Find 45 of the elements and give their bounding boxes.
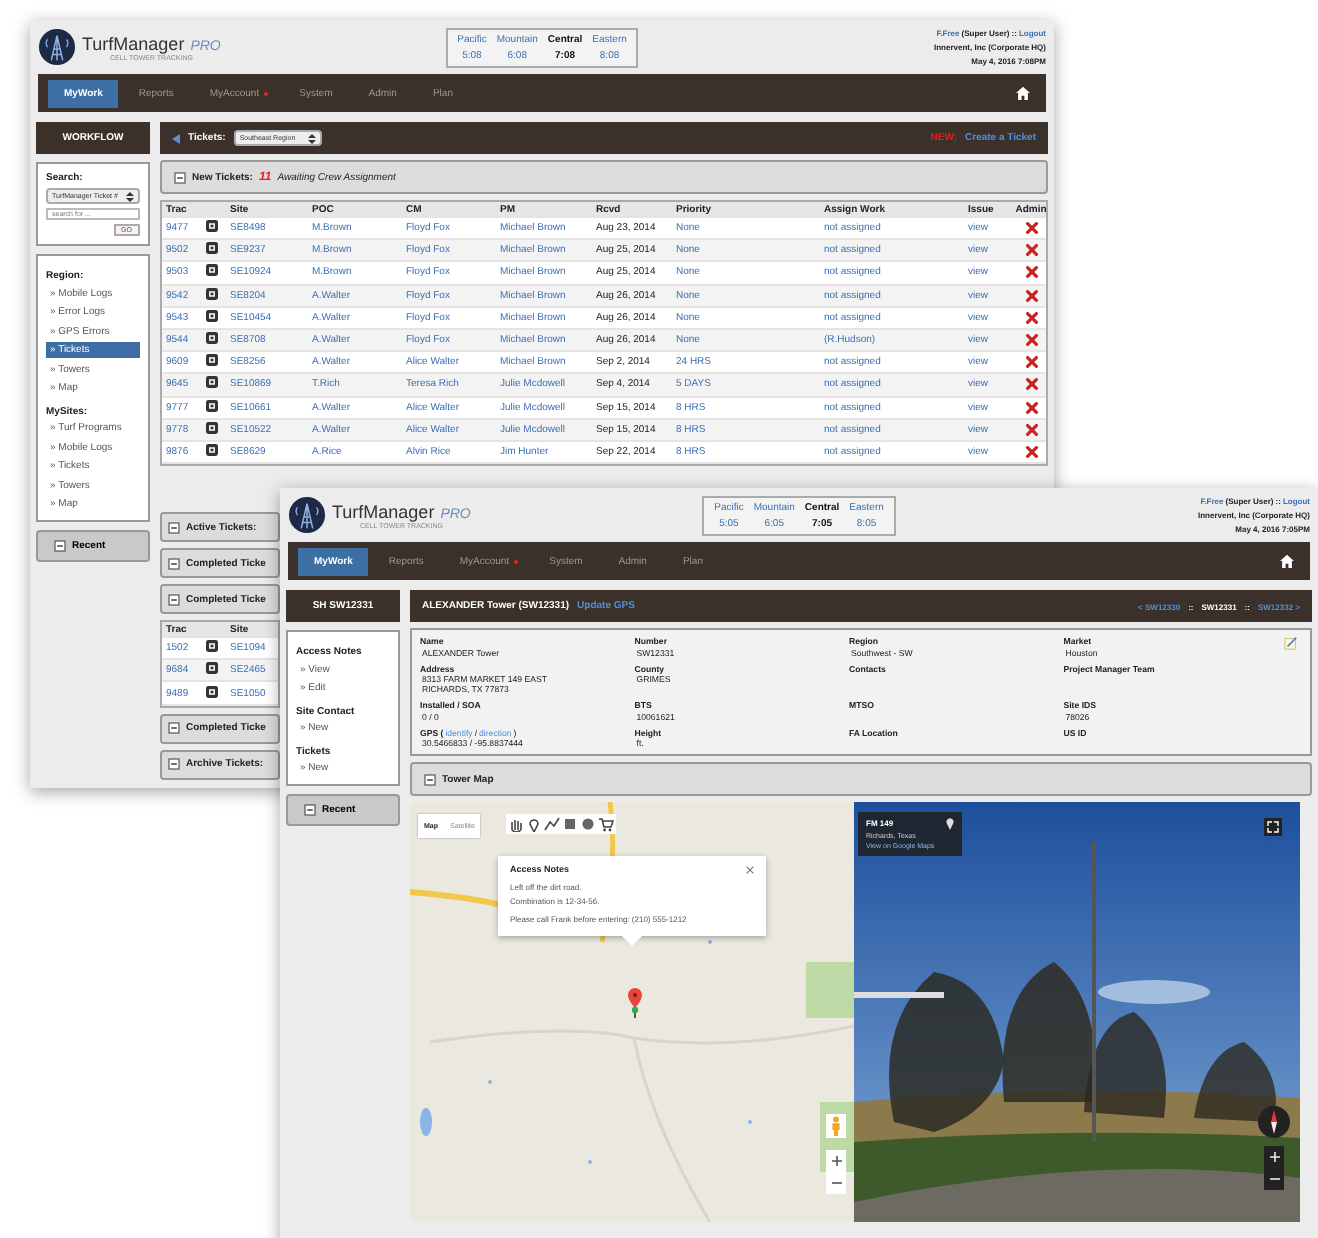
collapse-icon (168, 593, 180, 606)
caret-icon (307, 133, 316, 143)
cart-icon[interactable] (598, 816, 614, 832)
brand-name: TurfManager (332, 501, 435, 521)
map-marker-icon (628, 988, 642, 1018)
collapse-icon (168, 758, 180, 771)
brand-name: TurfManager (82, 33, 185, 53)
pin-icon (946, 818, 955, 830)
delete-icon[interactable] (1025, 423, 1037, 436)
logo-icon (38, 28, 76, 66)
home-icon[interactable] (1280, 554, 1294, 568)
delete-icon[interactable] (1025, 378, 1037, 391)
zoom-out-icon[interactable] (1269, 1174, 1279, 1184)
delete-icon[interactable] (1025, 244, 1037, 257)
delete-icon[interactable] (1025, 266, 1037, 279)
delete-icon[interactable] (1025, 222, 1037, 235)
zoom-out-icon[interactable] (831, 1178, 841, 1188)
logo-icon (288, 496, 326, 534)
square-icon[interactable] (562, 816, 578, 832)
pan-icon[interactable] (508, 816, 524, 832)
fullscreen-icon[interactable] (1264, 818, 1282, 836)
polyline-icon[interactable] (544, 816, 560, 832)
delete-icon[interactable] (1025, 289, 1037, 302)
home-icon[interactable] (1016, 86, 1030, 100)
edit-icon[interactable] (1284, 636, 1298, 650)
collapse-icon (174, 171, 186, 183)
delete-icon[interactable] (1025, 334, 1037, 347)
collapse-icon (168, 722, 180, 735)
compass-icon[interactable] (1258, 1106, 1290, 1138)
delete-icon[interactable] (1025, 356, 1037, 369)
collapse-icon (304, 804, 316, 816)
collapse-icon (168, 557, 180, 570)
delete-icon[interactable] (1025, 311, 1037, 324)
delete-icon[interactable] (1025, 445, 1037, 458)
pin-icon[interactable] (526, 816, 542, 832)
ticket-icon (206, 685, 218, 698)
collapse-icon (168, 521, 180, 534)
close-icon[interactable] (746, 865, 754, 873)
delete-icon[interactable] (1025, 401, 1037, 414)
zoom-in-icon[interactable] (831, 1156, 841, 1166)
back-arrow-icon[interactable] (172, 133, 180, 143)
collapse-icon (424, 773, 436, 785)
collapse-icon (54, 540, 66, 552)
caret-icon (126, 191, 134, 201)
circle-icon[interactable] (580, 816, 596, 832)
